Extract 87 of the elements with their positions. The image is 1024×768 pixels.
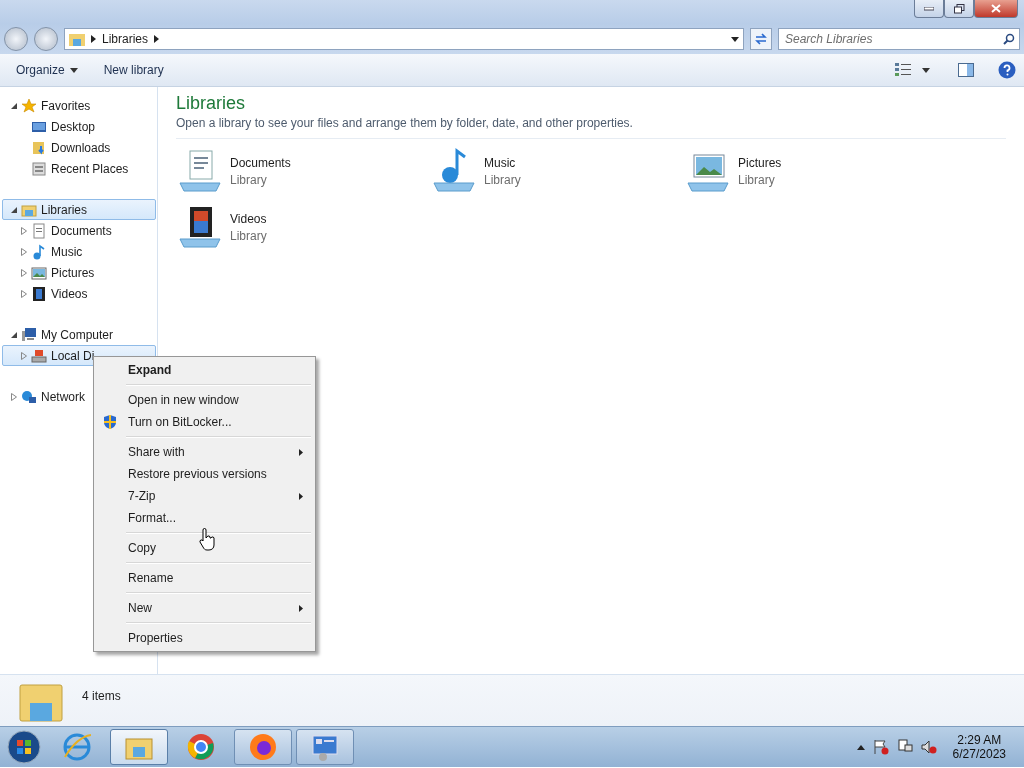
clock-time[interactable]: 2:29 AM xyxy=(957,733,1002,747)
library-type: Library xyxy=(484,172,521,187)
nav-item[interactable]: Downloads xyxy=(2,137,156,158)
help-icon[interactable] xyxy=(998,61,1016,79)
restore-button[interactable] xyxy=(944,0,974,18)
menu-item[interactable]: Share with xyxy=(96,441,313,463)
menu-item[interactable]: 7-Zip xyxy=(96,485,313,507)
library-type: Library xyxy=(230,172,268,187)
menu-item[interactable]: Properties xyxy=(96,627,313,649)
taskbar-button[interactable] xyxy=(296,729,354,765)
library-type: Library xyxy=(738,172,776,187)
breadcrumb[interactable]: Libraries xyxy=(102,32,149,46)
search-icon[interactable] xyxy=(1003,33,1015,45)
caret-icon[interactable] xyxy=(922,67,930,73)
view-options-icon[interactable] xyxy=(894,62,912,78)
menu-item[interactable]: Rename xyxy=(96,567,313,589)
dropdown-icon[interactable] xyxy=(731,36,739,42)
speaker-icon[interactable] xyxy=(920,739,937,755)
library-type: Library xyxy=(230,228,267,243)
browser-icon xyxy=(63,733,91,761)
browser-icon xyxy=(249,733,277,761)
music-note-icon xyxy=(31,243,47,260)
clock-date[interactable]: 6/27/2023 xyxy=(952,747,1006,761)
minimize-button[interactable] xyxy=(914,0,944,18)
collapse-arrow-icon[interactable] xyxy=(11,101,17,110)
menu-item[interactable]: Open in new window xyxy=(96,389,313,411)
shield-icon xyxy=(102,414,118,430)
submenu-arrow-icon xyxy=(299,492,303,500)
network-icon xyxy=(21,388,37,405)
library-name[interactable]: Documents xyxy=(230,155,291,170)
menu-item[interactable]: Turn on BitLocker... xyxy=(96,411,313,433)
expand-arrow-icon[interactable] xyxy=(21,226,27,235)
close-icon xyxy=(991,4,1001,13)
page-title: Libraries xyxy=(176,93,247,114)
nav-item[interactable]: Desktop xyxy=(2,116,156,137)
library-name[interactable]: Music xyxy=(484,155,521,170)
submenu-arrow-icon xyxy=(299,604,303,612)
search-field[interactable]: Search Libraries xyxy=(778,28,1020,50)
caret-icon[interactable] xyxy=(856,744,865,750)
start-button[interactable] xyxy=(4,728,44,766)
browser-icon xyxy=(187,733,215,761)
caret-icon xyxy=(69,67,78,73)
menu-item[interactable]: New xyxy=(96,597,313,619)
star-icon xyxy=(21,97,37,114)
library-name[interactable]: Videos xyxy=(230,211,267,226)
menu-item[interactable]: Format... xyxy=(96,507,313,529)
film-icon xyxy=(31,285,47,302)
nav-item[interactable]: Videos xyxy=(2,283,156,304)
menu-item[interactable]: Copy xyxy=(96,537,313,559)
collapse-arrow-icon[interactable] xyxy=(11,330,17,339)
expand-arrow-icon[interactable] xyxy=(21,351,27,360)
refresh-button[interactable] xyxy=(750,28,772,50)
restore-icon xyxy=(953,3,965,14)
expand-arrow-icon[interactable] xyxy=(21,247,27,256)
address-bar[interactable]: Libraries xyxy=(64,28,744,50)
flag-icon[interactable] xyxy=(872,739,889,755)
chevron-icon[interactable] xyxy=(154,35,160,43)
document-icon xyxy=(31,222,47,239)
minimize-icon xyxy=(924,6,934,11)
taskbar-button[interactable] xyxy=(234,729,292,765)
refresh-icon xyxy=(754,33,768,45)
nav-item[interactable]: Libraries xyxy=(2,199,156,220)
expand-arrow-icon[interactable] xyxy=(11,392,17,401)
menu-item[interactable]: Restore previous versions xyxy=(96,463,313,485)
close-button[interactable] xyxy=(974,0,1018,18)
chevron-icon[interactable] xyxy=(91,35,96,43)
collapse-arrow-icon[interactable] xyxy=(11,205,17,214)
expand-arrow-icon[interactable] xyxy=(21,289,27,298)
nav-item[interactable]: Documents xyxy=(2,220,156,241)
preview-pane-icon[interactable] xyxy=(958,63,974,77)
expand-arrow-icon[interactable] xyxy=(21,268,27,277)
submenu-arrow-icon xyxy=(299,448,303,456)
picture-icon xyxy=(31,264,47,281)
nav-item[interactable]: Music xyxy=(2,241,156,262)
taskbar-button[interactable] xyxy=(110,729,168,765)
toolbar-button[interactable]: New library xyxy=(95,59,172,81)
nav-item[interactable]: Favorites xyxy=(2,95,156,116)
nav-item[interactable]: Pictures xyxy=(2,262,156,283)
toolbar-button[interactable]: Organize xyxy=(8,59,86,81)
item-count: 4 items xyxy=(82,689,121,703)
folder-icon xyxy=(69,32,85,46)
library-name[interactable]: Pictures xyxy=(738,155,782,170)
network-icon[interactable] xyxy=(896,739,913,755)
page-subtitle: Open a library to see your files and arrange them by folder, date, and other properties. xyxy=(176,116,1006,139)
drive-icon xyxy=(31,347,47,364)
nav-item[interactable]: Recent Places xyxy=(2,158,156,179)
nav-item[interactable]: My Computer xyxy=(2,324,156,345)
